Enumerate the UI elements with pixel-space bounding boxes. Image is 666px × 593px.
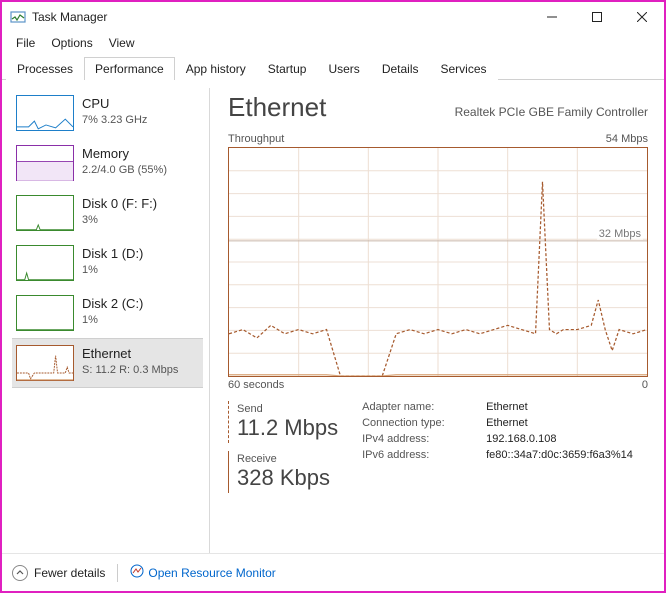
main-panel: Ethernet Realtek PCIe GBE Family Control… [210, 88, 654, 553]
sidebar-item-disk0[interactable]: Disk 0 (F: F:) 3% [12, 188, 203, 238]
chart-label-right: 54 Mbps [606, 133, 648, 145]
tab-app-history[interactable]: App history [175, 57, 257, 80]
info-label: Adapter name: [362, 401, 472, 413]
window-title: Task Manager [32, 10, 107, 24]
sidebar-item-label: Disk 2 (C:) [82, 295, 143, 313]
sidebar: CPU 7% 3.23 GHz Memory 2.2/4.0 GB (55%) [12, 88, 210, 553]
send-label: Send [237, 403, 338, 415]
sidebar-item-label: Memory [82, 145, 167, 163]
minimize-button[interactable] [529, 2, 574, 32]
close-button[interactable] [619, 2, 664, 32]
disk-thumb [16, 245, 74, 281]
sidebar-item-sub: 1% [82, 313, 143, 328]
menu-options[interactable]: Options [43, 34, 100, 52]
sidebar-item-sub: 2.2/4.0 GB (55%) [82, 163, 167, 178]
chart-label-left: Throughput [228, 133, 284, 145]
adapter-subtitle: Realtek PCIe GBE Family Controller [455, 105, 648, 119]
titlebar[interactable]: Task Manager [2, 2, 664, 32]
chart-axis-right: 0 [642, 379, 648, 391]
receive-value: 328 Kbps [237, 465, 338, 491]
chevron-up-icon [12, 565, 28, 581]
sidebar-item-sub: 3% [82, 213, 157, 228]
tab-performance[interactable]: Performance [84, 57, 175, 80]
fewer-details-label: Fewer details [34, 566, 105, 580]
sidebar-item-ethernet[interactable]: Ethernet S: 11.2 R: 0.3 Mbps [12, 338, 203, 388]
tab-users[interactable]: Users [317, 57, 370, 80]
sidebar-item-memory[interactable]: Memory 2.2/4.0 GB (55%) [12, 138, 203, 188]
tab-processes[interactable]: Processes [6, 57, 84, 80]
chart-ref-label: 32 Mbps [597, 228, 643, 240]
tabbar: Processes Performance App history Startu… [2, 56, 664, 80]
sidebar-item-label: Disk 0 (F: F:) [82, 195, 157, 213]
sidebar-item-label: Disk 1 (D:) [82, 245, 143, 263]
resmon-icon [130, 564, 144, 581]
tab-details[interactable]: Details [371, 57, 430, 80]
sidebar-item-disk1[interactable]: Disk 1 (D:) 1% [12, 238, 203, 288]
cpu-thumb [16, 95, 74, 131]
info-value: Ethernet [486, 417, 633, 429]
info-value: Ethernet [486, 401, 633, 413]
footer: Fewer details Open Resource Monitor [2, 553, 664, 591]
page-title: Ethernet [228, 92, 326, 123]
menu-view[interactable]: View [101, 34, 143, 52]
open-resource-monitor-link[interactable]: Open Resource Monitor [130, 564, 275, 581]
chart-axis-left: 60 seconds [228, 379, 284, 391]
tab-services[interactable]: Services [430, 57, 498, 80]
send-stat: Send 11.2 Mbps [228, 401, 338, 443]
disk-thumb [16, 195, 74, 231]
footer-divider [117, 564, 118, 582]
app-icon [10, 9, 26, 25]
sidebar-item-label: Ethernet [82, 345, 178, 363]
window-controls [529, 2, 664, 32]
sidebar-item-sub: 7% 3.23 GHz [82, 113, 147, 128]
task-manager-window: Task Manager File Options View Processes… [0, 0, 666, 593]
resmon-label: Open Resource Monitor [148, 566, 275, 580]
maximize-button[interactable] [574, 2, 619, 32]
menu-file[interactable]: File [8, 34, 43, 52]
tab-startup[interactable]: Startup [257, 57, 318, 80]
disk-thumb [16, 295, 74, 331]
receive-stat: Receive 328 Kbps [228, 451, 338, 493]
fewer-details-button[interactable]: Fewer details [12, 565, 105, 581]
ethernet-thumb [16, 345, 74, 381]
stats-row: Send 11.2 Mbps Receive 328 Kbps Adapter … [228, 401, 648, 493]
sidebar-item-cpu[interactable]: CPU 7% 3.23 GHz [12, 88, 203, 138]
sidebar-item-label: CPU [82, 95, 147, 113]
info-label: IPv6 address: [362, 449, 472, 461]
throughput-chart: 32 Mbps [228, 147, 648, 377]
adapter-info: Adapter name: Ethernet Connection type: … [362, 401, 633, 493]
send-value: 11.2 Mbps [237, 415, 338, 441]
menubar: File Options View [2, 32, 664, 54]
info-value: fe80::34a7:d0c:3659:f6a3%14 [486, 449, 633, 461]
info-label: Connection type: [362, 417, 472, 429]
receive-label: Receive [237, 453, 338, 465]
info-label: IPv4 address: [362, 433, 472, 445]
memory-thumb [16, 145, 74, 181]
sidebar-item-sub: S: 11.2 R: 0.3 Mbps [82, 363, 178, 378]
sidebar-item-sub: 1% [82, 263, 143, 278]
info-value: 192.168.0.108 [486, 433, 633, 445]
body: CPU 7% 3.23 GHz Memory 2.2/4.0 GB (55%) [2, 80, 664, 553]
sidebar-item-disk2[interactable]: Disk 2 (C:) 1% [12, 288, 203, 338]
